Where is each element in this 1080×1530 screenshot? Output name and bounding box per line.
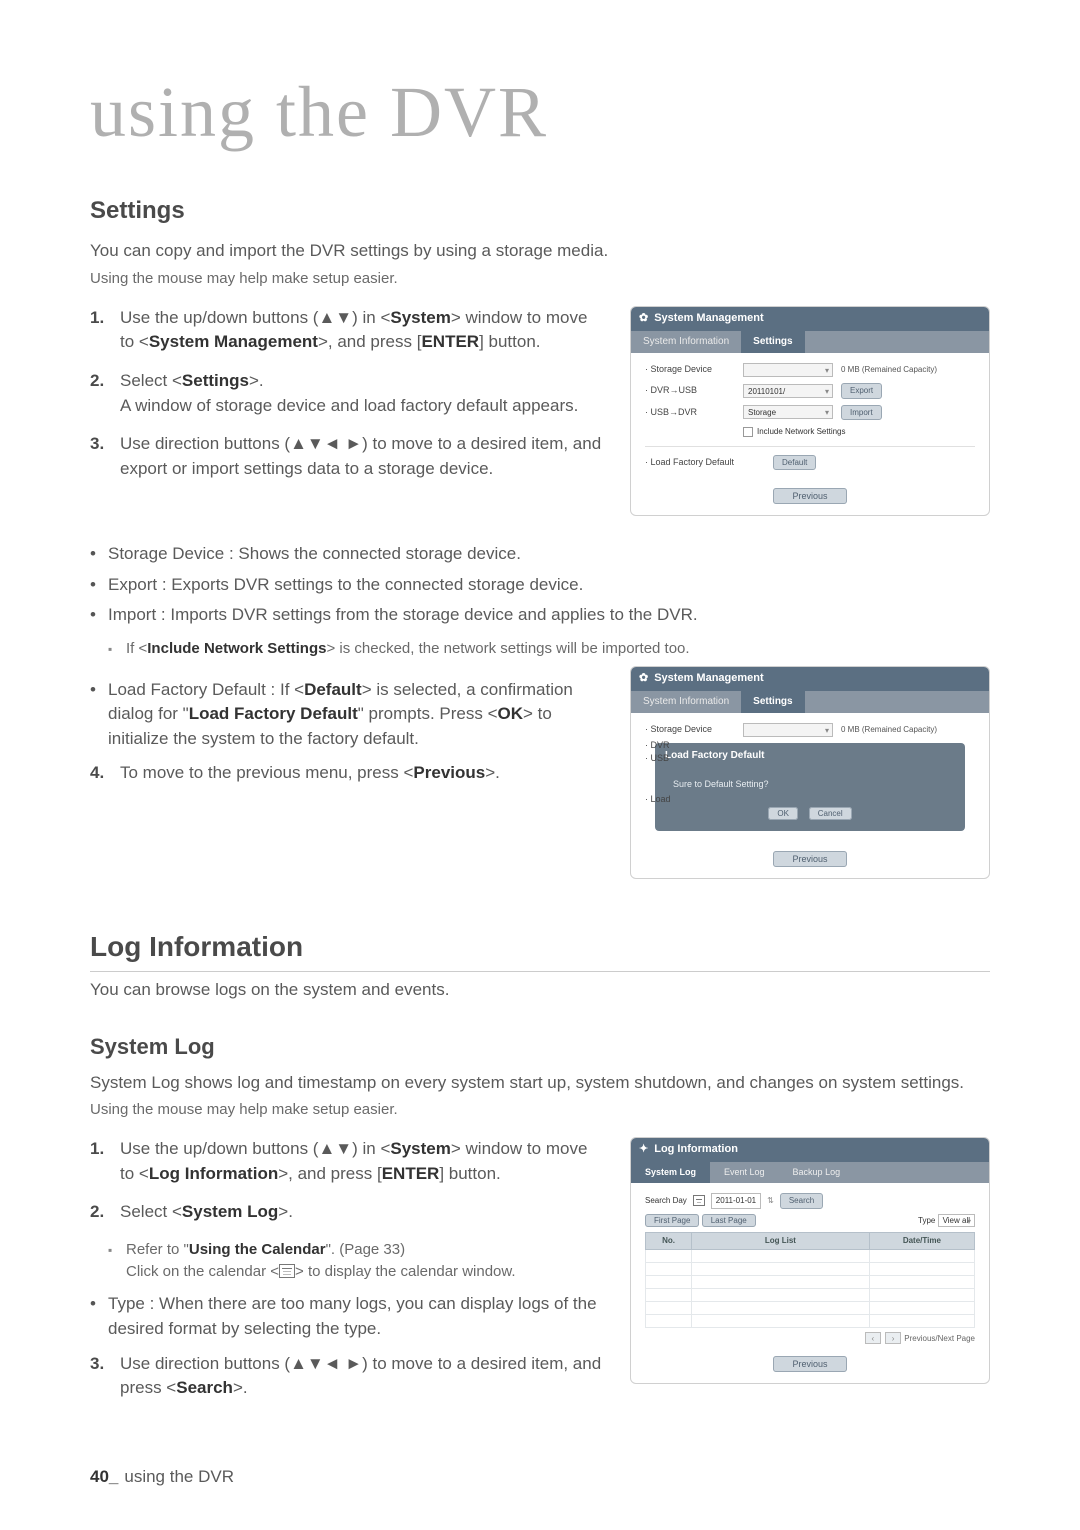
tab-settings[interactable]: Settings — [741, 691, 804, 714]
gear-icon: ✿ — [639, 311, 648, 327]
pager-label: Previous/Next Page — [904, 1334, 975, 1343]
previous-button[interactable]: Previous — [773, 1356, 846, 1372]
table-row — [646, 1275, 975, 1288]
import-button[interactable]: Import — [841, 405, 882, 421]
include-network-note: If <Include Network Settings> is checked… — [90, 638, 990, 660]
type-dropdown[interactable]: View all — [938, 1214, 975, 1227]
step-number: 4. — [90, 761, 110, 786]
settings-mouse-note: Using the mouse may help make setup easi… — [90, 268, 990, 290]
previous-button[interactable]: Previous — [773, 488, 846, 504]
table-row — [646, 1262, 975, 1275]
search-button[interactable]: Search — [780, 1193, 823, 1209]
step-number: 3. — [90, 1352, 110, 1401]
dvr-usb-dropdown[interactable]: 20110101/ — [743, 384, 833, 398]
first-page-button[interactable]: First Page — [645, 1214, 699, 1227]
previous-button[interactable]: Previous — [773, 851, 846, 867]
syslog-step-3: Use direction buttons (▲▼◄ ►) to move to… — [120, 1352, 606, 1401]
col-date-time: Date/Time — [869, 1233, 974, 1250]
next-page-button[interactable]: › — [885, 1332, 901, 1344]
prev-page-button[interactable]: ‹ — [865, 1332, 881, 1344]
calendar-icon — [279, 1264, 295, 1278]
system-log-intro: System Log shows log and timestamp on ev… — [90, 1071, 990, 1096]
export-button[interactable]: Export — [841, 383, 882, 399]
calendar-icon[interactable] — [693, 1195, 705, 1206]
type-label: Type — [918, 1216, 935, 1225]
chapter-title: using the DVR — [90, 60, 990, 164]
step-1: Use the up/down buttons (▲▼) in <System>… — [120, 306, 606, 355]
default-button[interactable]: Default — [773, 455, 816, 471]
cancel-button[interactable]: Cancel — [809, 807, 852, 820]
system-log-mouse-note: Using the mouse may help make setup easi… — [90, 1099, 990, 1121]
step-number: 1. — [90, 1137, 110, 1186]
tab-system-log[interactable]: System Log — [631, 1162, 710, 1183]
last-page-button[interactable]: Last Page — [702, 1214, 756, 1227]
screenshot-load-factory-default-dialog: ✿System Management System Information Se… — [630, 666, 990, 879]
settings-intro: You can copy and import the DVR settings… — [90, 239, 990, 264]
table-row — [646, 1288, 975, 1301]
step-2: Select <Settings>. A window of storage d… — [120, 369, 606, 418]
step-number: 3. — [90, 432, 110, 481]
bullet-export: Export : Exports DVR settings to the con… — [90, 573, 990, 598]
search-day-label: Search Day — [645, 1195, 687, 1207]
load-factory-default-label: · Load Factory Default — [645, 456, 765, 469]
dvr-usb-label: · DVR→USB — [645, 384, 735, 397]
tab-settings[interactable]: Settings — [741, 331, 804, 354]
usb-dvr-dropdown[interactable]: Storage — [743, 405, 833, 419]
ok-button[interactable]: OK — [768, 807, 798, 820]
bullet-type: Type : When there are too many logs, you… — [90, 1292, 606, 1341]
step-number: 2. — [90, 1200, 110, 1225]
system-log-heading: System Log — [90, 1031, 990, 1063]
confirm-dialog: Load Factory Default Sure to Default Set… — [655, 743, 965, 831]
log-table: No. Log List Date/Time — [645, 1232, 975, 1328]
page-footer: 40_using the DVR — [90, 1465, 990, 1490]
step-number: 1. — [90, 306, 110, 355]
step-number: 2. — [90, 369, 110, 418]
col-no: No. — [646, 1233, 692, 1250]
table-row — [646, 1301, 975, 1314]
table-row — [646, 1249, 975, 1262]
bullet-storage-device: Storage Device : Shows the connected sto… — [90, 542, 990, 567]
tab-event-log[interactable]: Event Log — [710, 1162, 779, 1183]
syslog-step-1: Use the up/down buttons (▲▼) in <System>… — [120, 1137, 606, 1186]
page-number: 40_ — [90, 1467, 118, 1486]
screenshot-log-information: ✦Log Information System Log Event Log Ba… — [630, 1137, 990, 1384]
table-row — [646, 1314, 975, 1327]
log-information-intro: You can browse logs on the system and ev… — [90, 978, 990, 1003]
tab-system-information[interactable]: System Information — [631, 331, 741, 354]
storage-device-label: · Storage Device — [645, 363, 735, 376]
bullet-load-factory-default: Load Factory Default : If <Default> is s… — [90, 678, 606, 752]
date-field[interactable]: 2011-01-01 — [711, 1193, 761, 1209]
dialog-title: Load Factory Default — [665, 749, 955, 764]
log-information-heading: Log Information — [90, 927, 990, 973]
include-network-label: Include Network Settings — [757, 426, 846, 438]
screenshot-system-management-settings: ✿System Management System Information Se… — [630, 306, 990, 516]
tab-system-information[interactable]: System Information — [631, 691, 741, 714]
remained-capacity: 0 MB (Remained Capacity) — [841, 364, 937, 376]
col-log-list: Log List — [692, 1233, 870, 1250]
log-icon: ✦ — [639, 1142, 648, 1158]
include-network-checkbox[interactable] — [743, 427, 753, 437]
storage-device-dropdown[interactable] — [743, 363, 833, 377]
date-spinner-icon[interactable]: ⇅ — [767, 1195, 774, 1207]
calendar-ref-note: Refer to "Using the Calendar". (Page 33)… — [90, 1239, 606, 1283]
bullet-import: Import : Imports DVR settings from the s… — [90, 603, 990, 628]
usb-dvr-label: · USB→DVR — [645, 406, 735, 419]
tab-backup-log[interactable]: Backup Log — [779, 1162, 855, 1183]
step-3: Use direction buttons (▲▼◄ ►) to move to… — [120, 432, 606, 481]
settings-heading: Settings — [90, 194, 990, 229]
dialog-text: Sure to Default Setting? — [665, 778, 955, 791]
syslog-step-2: Select <System Log>. — [120, 1200, 606, 1225]
gear-icon: ✿ — [639, 671, 648, 687]
step-4: To move to the previous menu, press <Pre… — [120, 761, 606, 786]
